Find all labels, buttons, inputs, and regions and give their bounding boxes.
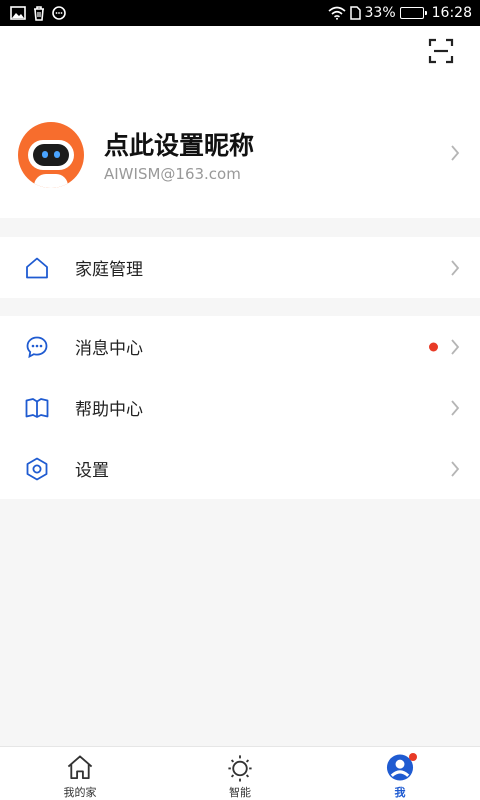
- status-time: 16:28: [431, 5, 472, 21]
- status-right: 33% 16:28: [327, 5, 472, 21]
- scan-icon[interactable]: [428, 38, 454, 64]
- avatar[interactable]: [18, 122, 84, 188]
- sim-icon: [349, 6, 361, 20]
- battery-icon: [399, 7, 427, 19]
- tab-my-home[interactable]: 我的家: [0, 747, 160, 800]
- chevron-right-icon: [451, 399, 460, 416]
- tab-label: 我的家: [63, 786, 97, 799]
- robot-screen: [33, 144, 69, 166]
- robot-eye-left: [42, 151, 48, 158]
- battery-percent: 33%: [364, 5, 396, 21]
- settings-icon: [26, 457, 48, 480]
- menu-item-settings[interactable]: 设置: [0, 438, 480, 499]
- robot-body: [34, 174, 68, 188]
- tab-me[interactable]: 我: [320, 747, 480, 800]
- message-icon: [26, 336, 48, 358]
- menu-item-help-center[interactable]: 帮助中心: [0, 377, 480, 438]
- image-icon: [10, 6, 26, 20]
- menu-item-family-management[interactable]: 家庭管理: [0, 237, 480, 298]
- nickname[interactable]: 点此设置昵称: [104, 126, 254, 162]
- chevron-right-icon: [451, 460, 460, 477]
- chevron-right-icon: [451, 338, 460, 355]
- sun-icon: [228, 755, 252, 782]
- menu-item-message-center[interactable]: 消息中心: [0, 316, 480, 377]
- account-email: AIWISM@163.com: [104, 165, 241, 183]
- trash-icon: [34, 5, 44, 21]
- chevron-right-icon[interactable]: [450, 145, 460, 161]
- menu-group-1: 家庭管理: [0, 237, 480, 298]
- menu-item-label: 家庭管理: [75, 260, 143, 280]
- status-bar: 33% 16:28: [0, 0, 480, 26]
- tab-notification-dot: [409, 753, 417, 761]
- status-left: [10, 5, 66, 21]
- chat-icon: [52, 6, 66, 20]
- chevron-right-icon: [451, 259, 460, 276]
- wifi-icon: [327, 6, 346, 20]
- home-icon: [67, 755, 93, 780]
- tab-smart[interactable]: 智能: [160, 747, 320, 800]
- robot-eye-right: [54, 151, 60, 158]
- tab-label: 我: [394, 786, 406, 799]
- tab-label: 智能: [229, 786, 251, 799]
- unread-dot: [429, 342, 438, 351]
- book-icon: [25, 397, 49, 418]
- menu-item-label: 帮助中心: [75, 400, 143, 420]
- home-icon: [26, 257, 48, 278]
- menu-item-label: 设置: [75, 461, 109, 481]
- menu-item-label: 消息中心: [75, 339, 143, 359]
- menu-group-2: 消息中心 帮助中心 设置: [0, 316, 480, 499]
- profile-header: 点此设置昵称 AIWISM@163.com: [0, 26, 480, 218]
- bottom-tab-bar: 我的家 智能 我: [0, 746, 480, 800]
